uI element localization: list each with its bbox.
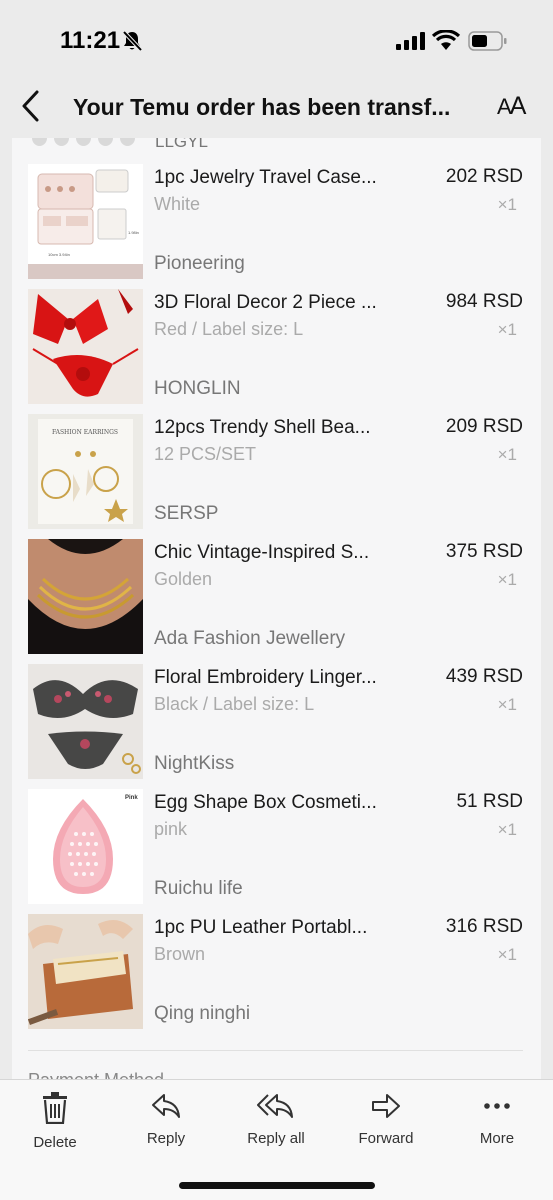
text-size-large-a: A — [509, 92, 527, 120]
forward-button[interactable]: Forward — [341, 1092, 431, 1147]
sponge-color-label: Pink — [125, 795, 138, 801]
item-store: SERSP — [154, 503, 219, 524]
item-price: 375 RSD — [445, 541, 523, 562]
email-body[interactable]: LLGYL 1.98in 10cm 3.94in 1pc Jewelry Tra… — [12, 138, 541, 1079]
partial-store-name: LLGYL — [155, 138, 208, 151]
item-quantity: ×1 — [497, 320, 517, 339]
earrings-card-label: FASHION EARRINGS — [52, 429, 118, 436]
item-price: 209 RSD — [445, 416, 523, 437]
item-store: Ruichu life — [154, 878, 243, 899]
home-indicator[interactable] — [179, 1182, 375, 1189]
svg-text:1.98in: 1.98in — [128, 230, 139, 235]
reply-all-arrow-icon — [257, 1094, 293, 1118]
leather-bag-image — [28, 914, 143, 1029]
item-price: 202 RSD — [445, 166, 523, 187]
item-variant: Red / Label size: L — [154, 319, 304, 339]
item-price: 316 RSD — [445, 916, 523, 937]
item-quantity: ×1 — [497, 945, 517, 964]
item-quantity: ×1 — [497, 570, 517, 589]
section-divider — [28, 1050, 523, 1051]
wifi-icon — [432, 30, 460, 50]
item-variant: Brown — [154, 944, 206, 964]
red-bikini-image — [28, 289, 143, 404]
pink-sponge-image: Pink — [28, 789, 143, 904]
more-button[interactable]: More — [452, 1092, 542, 1147]
item-variant: 12 PCS/SET — [154, 444, 257, 464]
status-time: 11:21 — [60, 27, 121, 54]
text-size-button[interactable]: AA — [497, 92, 527, 121]
item-variant: Golden — [154, 569, 213, 589]
email-subject-title: Your Temu order has been transf... — [73, 94, 451, 120]
order-item[interactable]: 1pc PU Leather Portabl... Brown 316 RSD … — [12, 914, 541, 1039]
item-store: Qing ninghi — [154, 1003, 251, 1024]
reply-label: Reply — [146, 1130, 186, 1147]
back-chevron-icon[interactable] — [18, 88, 44, 124]
earrings-card-image: FASHION EARRINGS — [28, 414, 143, 529]
item-name[interactable]: 1pc PU Leather Portabl... — [154, 917, 394, 939]
item-name[interactable]: 12pcs Trendy Shell Bea... — [154, 417, 394, 439]
order-item[interactable]: Chic Vintage-Inspired S... Golden 375 RS… — [12, 539, 541, 664]
item-store: Ada Fashion Jewellery — [154, 628, 346, 649]
ellipsis-icon — [484, 1103, 510, 1109]
order-item[interactable]: FASHION EARRINGS 12pcs Trendy Shell Bea.… — [12, 414, 541, 539]
item-quantity: ×1 — [497, 445, 517, 464]
reply-all-label: Reply all — [247, 1130, 305, 1147]
item-name[interactable]: 3D Floral Decor 2 Piece ... — [154, 292, 394, 314]
item-name[interactable]: 1pc Jewelry Travel Case... — [154, 167, 394, 189]
reply-button[interactable]: Reply — [121, 1092, 211, 1147]
reply-all-button[interactable]: Reply all — [231, 1092, 321, 1147]
more-label: More — [479, 1130, 515, 1147]
status-bar: 11:21 — [0, 0, 553, 80]
delete-button[interactable]: Delete — [10, 1092, 100, 1151]
item-variant: Black / Label size: L — [154, 694, 315, 714]
item-store: NightKiss — [154, 753, 235, 774]
item-name[interactable]: Chic Vintage-Inspired S... — [154, 542, 394, 564]
item-price: 51 RSD — [456, 791, 523, 812]
item-name[interactable]: Egg Shape Box Cosmeti... — [154, 792, 394, 814]
item-name[interactable]: Floral Embroidery Linger... — [154, 667, 394, 689]
item-store: Pioneering — [154, 253, 245, 274]
item-price: 439 RSD — [445, 666, 523, 687]
payment-method-heading: Payment Method — [28, 1070, 164, 1079]
item-quantity: ×1 — [497, 820, 517, 839]
item-variant: pink — [154, 819, 188, 839]
forward-label: Forward — [358, 1130, 414, 1147]
svg-text:10cm 3.94in: 10cm 3.94in — [48, 252, 70, 257]
battery-icon — [468, 31, 507, 51]
item-variant: White — [154, 194, 201, 214]
item-price: 984 RSD — [445, 291, 523, 312]
reply-arrow-icon — [152, 1094, 180, 1118]
item-quantity: ×1 — [497, 195, 517, 214]
forward-arrow-icon — [372, 1094, 400, 1118]
order-item[interactable]: Floral Embroidery Linger... Black / Labe… — [12, 664, 541, 789]
trash-icon — [43, 1092, 67, 1124]
order-item[interactable]: 3D Floral Decor 2 Piece ... Red / Label … — [12, 289, 541, 414]
delete-label: Delete — [33, 1134, 77, 1151]
jewelry-case-image: 1.98in 10cm 3.94in — [28, 164, 143, 279]
order-item[interactable]: Pink Egg Shape Box Cosmeti... pink 51 RS… — [12, 789, 541, 914]
item-quantity: ×1 — [497, 695, 517, 714]
item-store: HONGLIN — [154, 378, 241, 399]
nav-bar: Your Temu order has been transf... AA — [0, 80, 553, 138]
text-size-small-a: A — [497, 94, 512, 119]
lingerie-image — [28, 664, 143, 779]
gold-necklace-image — [28, 539, 143, 654]
order-item[interactable]: 1.98in 10cm 3.94in 1pc Jewelry Travel Ca… — [12, 164, 541, 289]
signal-icon — [396, 32, 425, 50]
bell-slash-icon — [122, 30, 143, 52]
